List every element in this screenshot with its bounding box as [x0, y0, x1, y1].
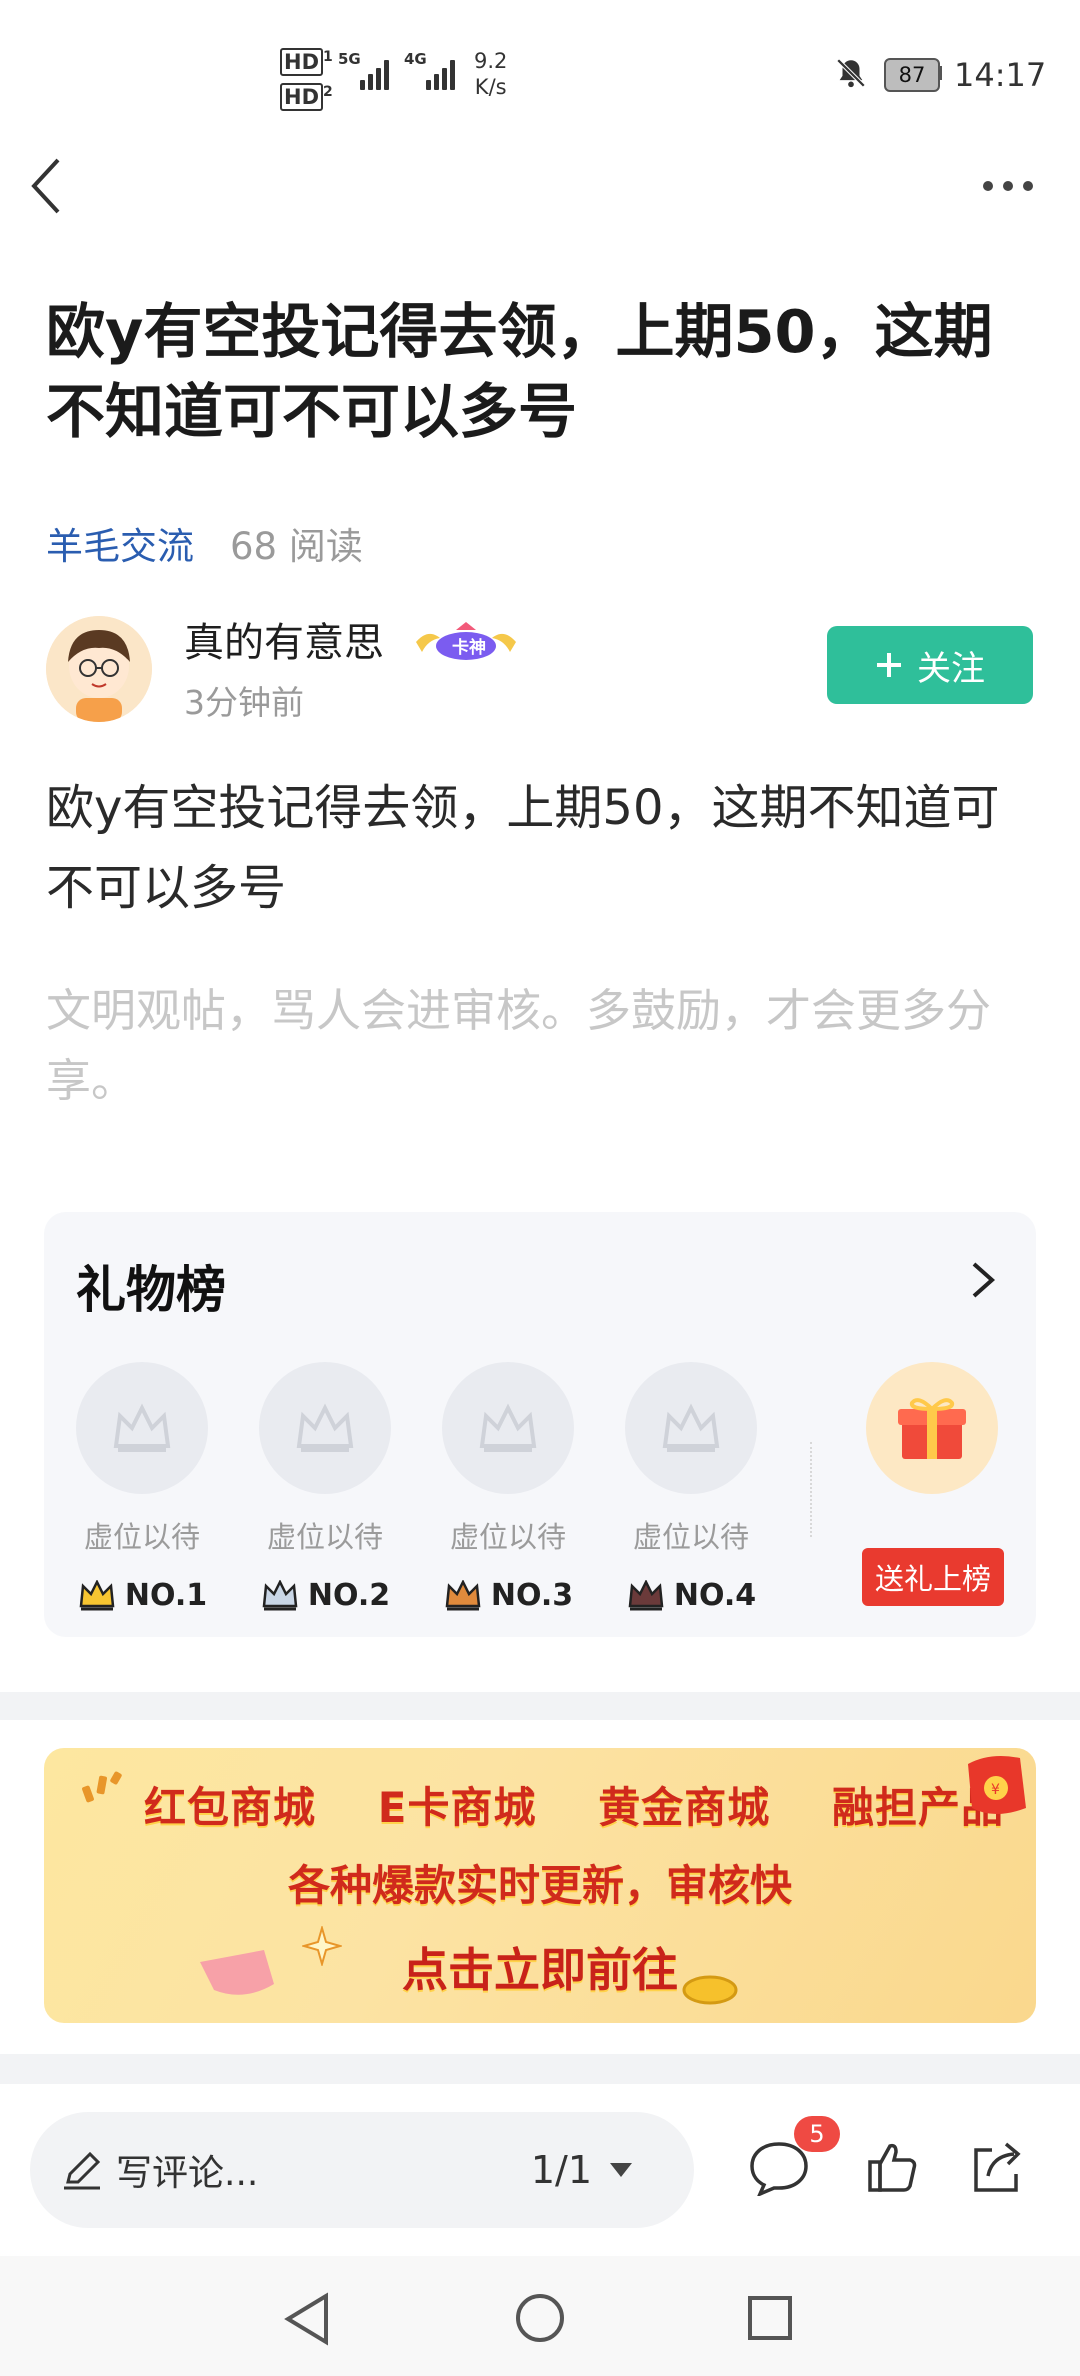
send-gift-button[interactable]: 送礼上榜 [862, 1548, 1004, 1606]
gift-slot-label: 虚位以待 [266, 1520, 383, 1554]
post-body: 欧y有空投记得去领，上期50，这期不知道可不可以多号 [46, 780, 1000, 916]
section-divider [0, 2054, 1080, 2084]
more-options-icon[interactable] [980, 176, 1036, 196]
crown-placeholder-icon [259, 1362, 391, 1494]
plus-icon [877, 653, 901, 677]
banner-item: 红包商城 [144, 1783, 317, 1832]
svg-text:¥: ¥ [991, 1782, 1000, 1798]
gift-slot-rank: NO.2 [235, 1578, 415, 1613]
comment-notice: 文明观帖，骂人会进审核。多鼓励，才会更多分享。 [46, 984, 992, 1107]
crown-placeholder-icon [442, 1362, 574, 1494]
comment-icon[interactable] [748, 2140, 810, 2200]
author-badge-label: 卡神 [452, 638, 486, 658]
category-link[interactable]: 羊毛交流 [46, 516, 194, 570]
banner-subtitle: 各种爆款实时更新，审核快 [287, 1861, 792, 1910]
hd1-sub: 1 [323, 49, 333, 65]
comment-count-badge: 5 [794, 2116, 840, 2152]
gift-slot-rank-label: NO.4 [673, 1578, 757, 1613]
system-nav-bar [0, 2256, 1080, 2376]
coin-icon [682, 1975, 738, 2005]
promo-banner[interactable]: 红包商城 E卡商城 黄金商城 融担产品 ¥ 各种爆款实时更新，审核快 点击立即前… [44, 1748, 1036, 2023]
like-icon[interactable] [866, 2140, 918, 2198]
share-icon[interactable] [968, 2140, 1026, 2200]
signal-5g-icon: 5G [338, 50, 398, 90]
net-speed-value: 9.2 [474, 49, 508, 73]
gold-crown-icon [79, 1579, 115, 1610]
hd1-label: HD [280, 48, 324, 76]
net-speed: 9.2 K/s [474, 48, 507, 100]
signal-4g-icon: 4G [404, 50, 464, 90]
caret-down-icon [610, 2163, 632, 2177]
sparkle-icon [82, 1771, 122, 1803]
gift-slot-rank: NO.1 [52, 1578, 232, 1613]
section-divider [0, 1692, 1080, 1720]
gift-slot-2[interactable]: 虚位以待 NO.2 [235, 1362, 415, 1613]
battery-icon: 87 [884, 58, 940, 92]
comment-placeholder: 写评论... [116, 2153, 259, 2194]
gift-slot-label: 虚位以待 [632, 1520, 749, 1554]
author-badge: 卡神 [410, 618, 522, 666]
banner-categories: 红包商城 E卡商城 黄金商城 融担产品 [144, 1774, 1004, 1835]
gift-slot-label: 虚位以待 [449, 1520, 566, 1554]
gift-slot-label: 虚位以待 [83, 1520, 200, 1554]
status-bar: HD 1 HD 2 5G 4G 9.2 K/s 87 14:17 [0, 0, 1080, 150]
gift-slot-1[interactable]: 虚位以待 NO.1 [52, 1362, 232, 1613]
chevron-right-icon[interactable] [970, 1260, 996, 1304]
read-count: 68 阅读 [230, 525, 363, 568]
post-title: 欧y有空投记得去领，上期50，这期不知道可不可以多号 [46, 297, 993, 446]
clock: 14:17 [954, 56, 1047, 94]
author-name[interactable]: 真的有意思 [184, 610, 384, 668]
crown-placeholder-icon [625, 1362, 757, 1494]
battery-level: 87 [898, 63, 926, 87]
bronze-crown-icon [445, 1579, 481, 1610]
avatar[interactable] [46, 616, 152, 722]
hd2-sub: 2 [323, 84, 333, 100]
red-envelope-mascot-icon: ¥ [968, 1756, 1026, 1814]
comment-input[interactable]: 写评论... 1/1 [30, 2112, 694, 2228]
gift-slot-rank: NO.4 [601, 1578, 781, 1613]
gift-slot-4[interactable]: 虚位以待 NO.4 [601, 1362, 781, 1613]
nav-recents-icon[interactable] [746, 2294, 794, 2346]
banner-item: 黄金商城 [598, 1783, 771, 1832]
crown-placeholder-icon [76, 1362, 208, 1494]
post-time: 3分钟前 [184, 683, 304, 722]
follow-label: 关注 [917, 648, 985, 689]
gift-board: 礼物榜 虚位以待 NO.1 虚位以待 NO.2 虚位以待 NO.3 虚位以待 N… [44, 1212, 1036, 1637]
back-icon[interactable] [28, 156, 68, 216]
gift-board-title: 礼物榜 [76, 1261, 226, 1319]
dark-crown-icon [628, 1579, 664, 1610]
battery-tip [938, 66, 942, 80]
gift-box-icon[interactable] [866, 1362, 998, 1494]
banner-item: E卡商城 [377, 1783, 537, 1832]
net-speed-unit: K/s [474, 75, 507, 99]
silver-crown-icon [262, 1579, 298, 1610]
gift-slot-rank-label: NO.3 [490, 1578, 574, 1613]
pen-icon [64, 2151, 101, 2190]
banner-cta: 点击立即前往 [402, 1943, 678, 1997]
net1-label: 5G [338, 50, 361, 68]
page-selector[interactable]: 1/1 [531, 2148, 634, 2192]
nav-back-icon[interactable] [282, 2292, 332, 2350]
hd2-label: HD [280, 83, 324, 111]
follow-button[interactable]: 关注 [827, 626, 1033, 704]
sim-indicator: HD 1 HD 2 [280, 44, 333, 111]
mute-bell-icon [834, 56, 868, 94]
gift-divider [810, 1442, 812, 1537]
gift-slot-rank: NO.3 [418, 1578, 598, 1613]
gift-slot-rank-label: NO.2 [307, 1578, 391, 1613]
nav-home-icon[interactable] [514, 2292, 566, 2348]
page-indicator: 1/1 [530, 2148, 592, 2192]
gift-slot-rank-label: NO.1 [124, 1578, 208, 1613]
net2-label: 4G [404, 50, 427, 68]
gift-slot-3[interactable]: 虚位以待 NO.3 [418, 1362, 598, 1613]
